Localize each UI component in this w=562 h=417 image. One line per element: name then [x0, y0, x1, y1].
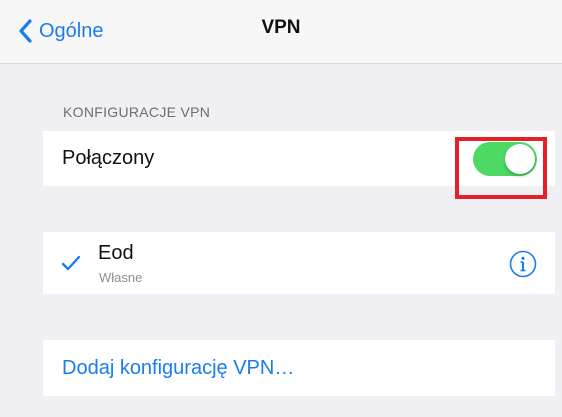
navigation-bar: Ogólne VPN [0, 0, 562, 64]
page-title: VPN [261, 17, 301, 38]
checkmark-icon [61, 254, 81, 272]
add-vpn-config-button[interactable]: Dodaj konfigurację VPN… [43, 340, 555, 396]
vpn-settings-screen: Ogólne VPN KONFIGURACJE VPN Połączony Eo… [0, 0, 562, 417]
toggle-knob [505, 144, 535, 174]
vpn-config-name: Eod [98, 242, 134, 264]
vpn-config-type: Własne [99, 270, 143, 285]
vpn-status-row: Połączony [43, 131, 555, 186]
info-circle-icon[interactable] [509, 250, 537, 278]
section-header: KONFIGURACJE VPN [63, 104, 211, 120]
add-vpn-config-label: Dodaj konfigurację VPN… [62, 357, 295, 379]
vpn-config-item[interactable]: Eod Własne [43, 232, 555, 294]
vpn-status-label: Połączony [62, 147, 155, 169]
vpn-toggle-switch[interactable] [473, 142, 537, 176]
